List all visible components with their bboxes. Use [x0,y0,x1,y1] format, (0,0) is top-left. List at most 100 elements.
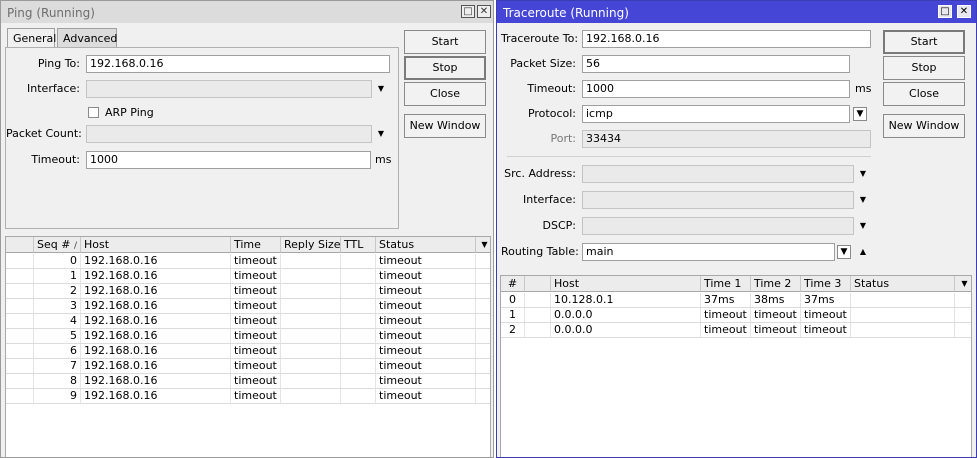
reply-size-cell [281,284,341,298]
timeout-unit: ms [375,153,392,166]
maximize-icon[interactable]: □ [461,5,475,18]
status-cell: timeout [376,314,476,328]
hop-cell: 2 [501,323,525,337]
table-header-ttl[interactable]: TTL [341,237,376,253]
new-window-button[interactable]: New Window [404,114,486,138]
ping-to-input[interactable]: 192.168.0.16 [86,55,390,73]
trace-start-button[interactable]: Start [883,30,965,54]
reply-size-cell [281,314,341,328]
table-row[interactable]: 5 192.168.0.16 timeout timeout [6,329,490,344]
row-select-cell [6,344,34,358]
table-row[interactable]: 6 192.168.0.16 timeout timeout [6,344,490,359]
table-row[interactable]: 2 192.168.0.16 timeout timeout [6,284,490,299]
time-cell: timeout [231,359,281,373]
reply-size-cell [281,299,341,313]
seq-cell: 0 [34,254,81,268]
ttl-cell [341,329,376,343]
table-header-status[interactable]: Status [851,276,955,292]
protocol-select[interactable]: icmp [582,105,850,123]
table-header-status[interactable]: Status [376,237,476,253]
time-cell: timeout [231,374,281,388]
timeout-label: Timeout: [31,153,80,166]
start-button[interactable]: Start [404,30,486,54]
status-cell [851,293,955,307]
table-row[interactable]: 1 0.0.0.0 timeout timeout timeout [501,308,971,323]
trace-new-window-button[interactable]: New Window [883,114,965,138]
dropdown-arrow-icon[interactable]: ▼ [375,125,387,143]
reply-size-cell [281,329,341,343]
column-menu-icon[interactable]: ▼ [955,276,971,292]
table-header-time3[interactable]: Time 3 [801,276,851,292]
column-menu-icon[interactable]: ▼ [476,237,490,253]
packet-size-input[interactable]: 56 [582,55,850,73]
dropdown-arrow-icon[interactable]: ▼ [857,165,869,183]
table-header-time[interactable]: Time [231,237,281,253]
seq-cell: 2 [34,284,81,298]
host-cell: 192.168.0.16 [81,329,231,343]
table-row[interactable]: 7 192.168.0.16 timeout timeout [6,359,490,374]
dropdown-arrow-icon[interactable]: ▼ [857,191,869,209]
table-row[interactable]: 1 192.168.0.16 timeout timeout [6,269,490,284]
table-row[interactable]: 9 192.168.0.16 timeout timeout [6,389,490,404]
trace-interface-select[interactable] [582,191,854,209]
blank-cell [525,293,551,307]
port-input[interactable]: 33434 [582,130,871,148]
interface-select[interactable] [86,80,372,98]
select-down-icon[interactable]: ▼ [837,245,851,259]
dropdown-arrow-icon[interactable]: ▼ [375,80,387,98]
ping-window: Ping (Running) □ ✕ General Advanced Ping… [0,0,494,458]
table-header-time2[interactable]: Time 2 [751,276,801,292]
ping-results-table: Seq # / Host Time Reply Size TTL Status … [5,236,491,457]
table-row[interactable]: 0 192.168.0.16 timeout timeout [6,254,490,269]
time-cell: timeout [231,284,281,298]
reply-size-cell [281,374,341,388]
trace-close-button[interactable]: Close [883,82,965,106]
table-header-host[interactable]: Host [81,237,231,253]
time-cell: timeout [231,299,281,313]
dropdown-arrow-icon[interactable]: ▼ [857,217,869,235]
trace-stop-button[interactable]: Stop [883,56,965,80]
table-header-host[interactable]: Host [551,276,701,292]
seq-cell: 9 [34,389,81,403]
traceroute-to-label: Traceroute To: [501,32,579,45]
dscp-select[interactable] [582,217,854,235]
src-address-select[interactable] [582,165,854,183]
traceroute-titlebar[interactable]: Traceroute (Running) [497,1,976,23]
seq-cell: 7 [34,359,81,373]
ping-titlebar[interactable]: Ping (Running) [1,1,493,23]
packet-count-select[interactable] [86,125,372,143]
routing-table-select[interactable]: main [582,243,835,261]
ttl-cell [341,269,376,283]
trace-timeout-unit: ms [855,82,872,95]
trace-timeout-input[interactable]: 1000 [582,80,850,98]
table-header-seq[interactable]: Seq # / [34,237,81,253]
tab-advanced[interactable]: Advanced [57,28,117,47]
trace-timeout-label: Timeout: [527,82,576,95]
status-cell: timeout [376,329,476,343]
close-button[interactable]: Close [404,82,486,106]
reply-size-cell [281,254,341,268]
table-header-hop[interactable]: # [501,276,525,292]
table-row[interactable]: 2 0.0.0.0 timeout timeout timeout [501,323,971,338]
table-row[interactable]: 4 192.168.0.16 timeout timeout [6,314,490,329]
timeout-input[interactable]: 1000 [86,151,371,169]
time2-cell: timeout [751,323,801,337]
stop-button[interactable]: Stop [404,56,486,80]
table-row[interactable]: 0 10.128.0.1 37ms 38ms 37ms [501,293,971,308]
table-header-time1[interactable]: Time 1 [701,276,751,292]
traceroute-to-input[interactable]: 192.168.0.16 [582,30,871,48]
arp-ping-checkbox[interactable] [88,107,99,118]
seq-cell: 4 [34,314,81,328]
close-icon[interactable]: ✕ [957,5,971,18]
status-cell [851,308,955,322]
tab-general[interactable]: General [7,28,56,47]
time2-cell: timeout [751,308,801,322]
collapse-up-icon[interactable]: ▲ [857,243,869,261]
table-row[interactable]: 3 192.168.0.16 timeout timeout [6,299,490,314]
time-cell: timeout [231,314,281,328]
maximize-icon[interactable]: □ [938,5,952,18]
table-row[interactable]: 8 192.168.0.16 timeout timeout [6,374,490,389]
close-icon[interactable]: ✕ [477,5,491,18]
table-header-reply-size[interactable]: Reply Size [281,237,341,253]
select-down-icon[interactable]: ▼ [853,107,867,121]
